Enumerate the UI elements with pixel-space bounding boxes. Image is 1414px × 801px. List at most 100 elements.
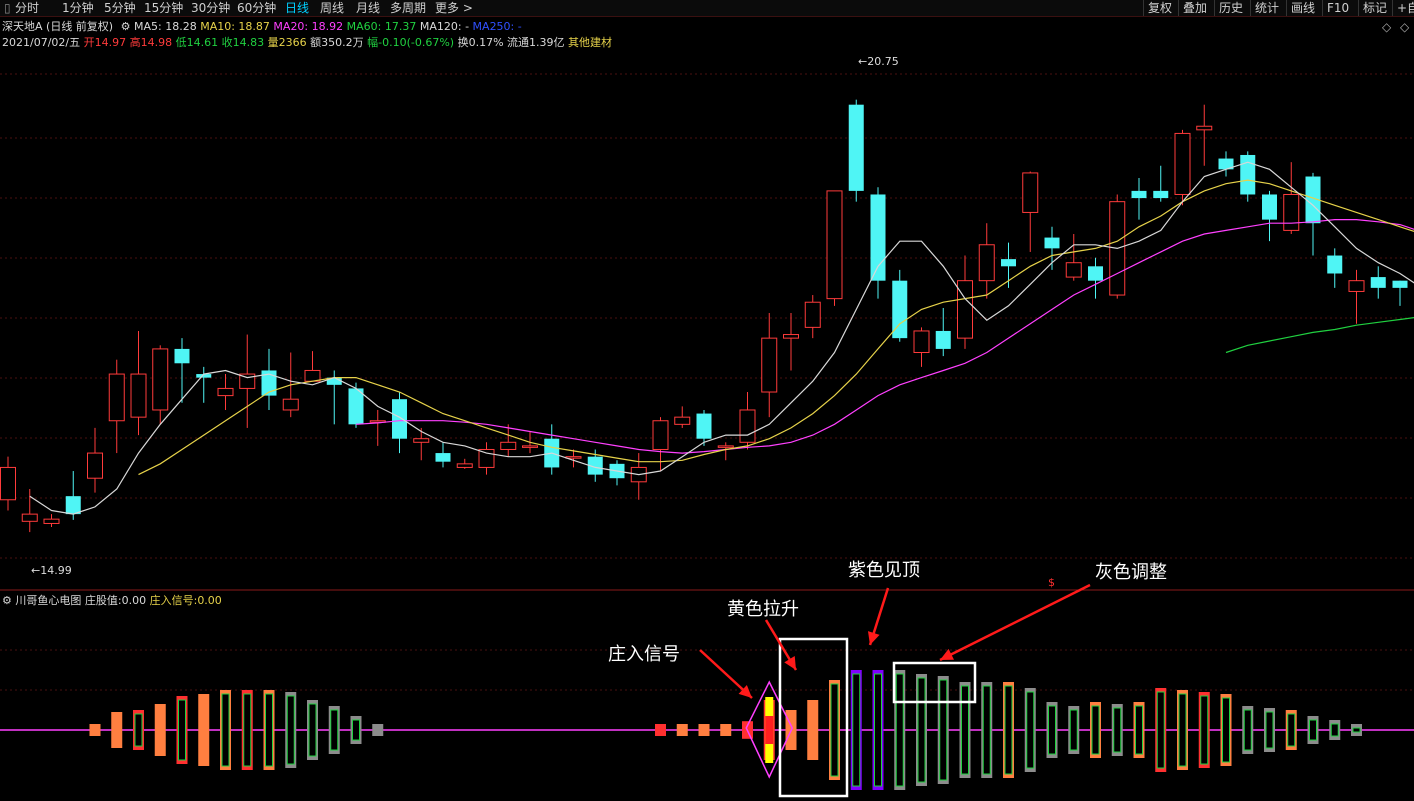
indicator-bar-core	[1309, 719, 1317, 741]
indicator-bar-core	[1113, 707, 1122, 753]
candle-body-up	[21, 513, 38, 522]
candle-body-up	[130, 373, 147, 418]
candle-body-down	[870, 194, 886, 281]
indicator-bar-core	[1178, 693, 1187, 767]
indicator-bar-core	[1135, 705, 1143, 755]
indicator-bar-core	[243, 693, 252, 767]
indicator-marker: $	[1048, 576, 1055, 589]
candle-body-down	[848, 104, 864, 191]
grid-lines	[0, 73, 1414, 691]
candle-body-up	[913, 330, 930, 354]
ma10-line	[138, 179, 1414, 476]
indicator-bar-core	[1026, 691, 1035, 769]
indicator-bar-core	[1287, 713, 1296, 747]
annotation-huangse: 黄色拉升	[727, 599, 799, 620]
indicator-bar	[698, 724, 710, 736]
indicator-bar-core	[1243, 709, 1252, 751]
candle-body-down	[935, 330, 951, 349]
candle-body-up	[1283, 193, 1300, 231]
indicator-bar-core	[308, 703, 317, 757]
candle-body-down	[696, 413, 712, 439]
candle-body-down	[1370, 277, 1386, 288]
candle-body-down	[1262, 194, 1277, 220]
indicator-bar-core	[1156, 691, 1165, 769]
indicator-bar-core	[982, 685, 991, 775]
candle-body-down	[1001, 259, 1016, 267]
candle-body-up	[413, 438, 430, 443]
candle-body-up	[1022, 172, 1039, 213]
indicator-bar-core	[961, 685, 969, 775]
indicator-bar-core	[265, 693, 273, 767]
indicator-layer	[0, 670, 1414, 790]
arrow-zise-head	[867, 631, 880, 645]
high-price-value: 20.75	[867, 55, 899, 68]
indicator-bar-core	[852, 673, 861, 787]
indicator-bar-core	[134, 713, 143, 747]
indicator-bar-core	[895, 673, 904, 787]
candle-body-down	[174, 348, 190, 364]
indicator-bar	[655, 724, 666, 736]
candle-body-up	[783, 334, 799, 339]
candle-body-up	[1196, 125, 1213, 131]
indicator-bar-core	[1222, 697, 1230, 763]
indicator-bar	[89, 724, 101, 736]
indicator-bar-core	[1265, 711, 1274, 749]
candle-body-up	[674, 416, 691, 425]
candle-body-up	[87, 452, 103, 479]
indicator-bar	[676, 724, 688, 736]
indicator-bar-core	[1200, 695, 1209, 765]
candle-body-up	[108, 373, 125, 422]
indicator-bar	[111, 712, 123, 748]
indicator-bar	[154, 704, 166, 756]
candle-body-down	[435, 453, 451, 462]
indicator-bar-core	[917, 677, 926, 783]
candle-body-up	[761, 337, 778, 393]
candle-body-up	[652, 420, 669, 450]
indicator-bar-core	[1091, 705, 1100, 755]
candle-body-up	[1174, 132, 1191, 195]
candle-body-up	[1348, 280, 1365, 292]
indicator-bar-core	[939, 679, 948, 781]
indicator-bar-core	[352, 719, 360, 741]
candle-body-up	[826, 190, 843, 300]
indicator-bar-core	[1004, 685, 1013, 775]
candle-body-up	[500, 441, 517, 450]
annotation-huise: 灰色调整	[1095, 562, 1167, 583]
candle-body-down	[1240, 154, 1256, 195]
indicator-bar-core	[1352, 727, 1361, 733]
high-price-label: ←20.75	[858, 55, 899, 68]
indicator-bar-core	[830, 683, 839, 777]
indicator-bar	[807, 700, 819, 760]
candle-body-down	[1131, 190, 1147, 199]
ma5-line	[29, 161, 1414, 515]
indicator-bar	[198, 694, 210, 766]
candle-body-up	[152, 348, 169, 411]
candle-body-up	[739, 409, 756, 443]
candle-body-down	[65, 496, 81, 515]
low-price-value: 14.99	[40, 564, 72, 577]
kline-chart[interactable]	[0, 0, 1414, 801]
candle-body-up	[43, 518, 60, 524]
candle-body-up	[957, 280, 973, 339]
candle-body-down	[1392, 280, 1408, 288]
candles-layer	[0, 99, 1408, 533]
candle-body-up	[304, 369, 321, 382]
indicator-bar-core	[286, 695, 295, 765]
candle-body-up	[522, 445, 538, 448]
annotation-zise: 紫色见顶	[848, 560, 920, 581]
indicator-bar-core	[1330, 723, 1339, 737]
indicator-bar-core	[330, 709, 339, 751]
candle-body-down	[1153, 190, 1169, 199]
candle-body-up	[804, 301, 821, 328]
ma-lines-layer	[29, 161, 1414, 515]
candle-body-up	[0, 466, 16, 501]
candle-body-down	[392, 399, 407, 439]
signal-red-core	[765, 716, 774, 744]
indicator-bar	[372, 724, 384, 736]
candle-body-down	[1088, 266, 1103, 281]
candle-body-down	[1327, 255, 1343, 274]
ma60-line	[1225, 317, 1414, 354]
annotation-zhuangru: 庄入信号	[608, 644, 680, 665]
candle-body-down	[348, 388, 364, 425]
indicator-bar-core	[1048, 705, 1056, 755]
